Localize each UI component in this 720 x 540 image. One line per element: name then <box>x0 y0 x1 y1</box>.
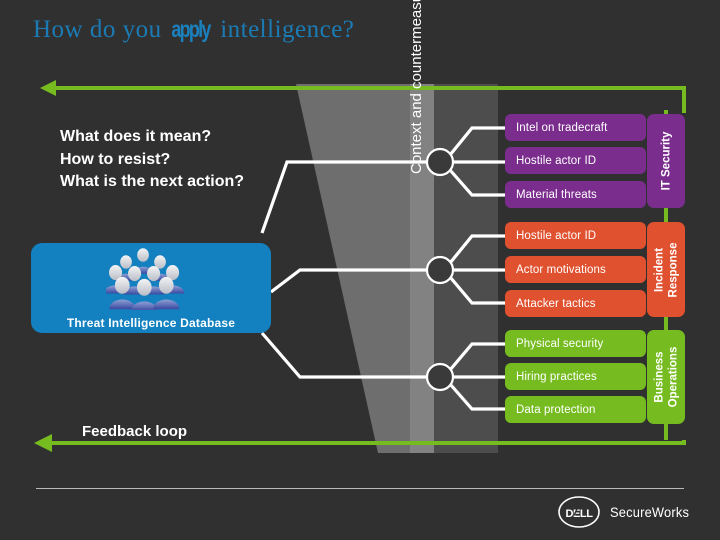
threat-intelligence-database-label: Threat Intelligence Database <box>66 316 236 330</box>
page-title: How do you apply intelligence? <box>33 16 354 44</box>
node-circle-2 <box>425 255 455 285</box>
outcome-label: Hiring practices <box>516 370 597 383</box>
category-tab-it-security: IT Security <box>647 114 685 208</box>
slide-canvas: How do you apply intelligence? What does… <box>0 0 720 540</box>
secureworks-wordmark: SecureWorks <box>610 504 690 520</box>
outcome-label: Hostile actor ID <box>516 154 597 167</box>
question-line-3: What is the next action? <box>60 173 245 190</box>
category-label: Incident <box>653 247 665 292</box>
question-line-2: How to resist? <box>60 150 171 168</box>
people-group-icon <box>106 248 185 310</box>
questions-block: What does it mean? How to resist? What i… <box>60 126 244 194</box>
loop-bottom-line <box>48 440 686 445</box>
outcome-pill: Hostile actor ID <box>505 222 646 249</box>
outcome-label: Intel on tradecraft <box>516 121 608 134</box>
category-label: Response <box>667 242 679 297</box>
connector-middle <box>270 268 429 294</box>
node-circle-3 <box>425 362 455 392</box>
footer-divider <box>36 488 684 489</box>
outcome-label: Hostile actor ID <box>516 229 597 242</box>
outcome-label: Data protection <box>516 403 596 416</box>
fan-3a <box>448 342 505 372</box>
category-label: Business <box>653 351 665 403</box>
loop-top-arrowhead <box>40 80 56 96</box>
outcome-pill: Attacker tactics <box>505 290 646 317</box>
fan-2c <box>448 275 505 305</box>
outcome-pill: Hostile actor ID <box>505 147 646 174</box>
outcome-label: Attacker tactics <box>516 297 596 310</box>
fan-2a <box>448 234 505 265</box>
category-label: IT Security <box>660 131 672 191</box>
question-line-1: What does it mean? <box>60 128 212 145</box>
connector-upper <box>260 160 429 234</box>
outcome-label: Actor motivations <box>516 263 606 276</box>
category-tab-business-operations: Business Operations <box>647 330 685 424</box>
fan-1c <box>448 168 505 197</box>
outcome-pill: Actor motivations <box>505 256 646 283</box>
dell-secureworks-logo: DELL SecureWorks <box>557 495 696 529</box>
outcome-pill: Data protection <box>505 396 646 423</box>
outcome-pill: Physical security <box>505 330 646 357</box>
node-circle-1 <box>425 147 455 177</box>
fan-3c <box>448 382 505 411</box>
fan-1a <box>448 126 505 157</box>
feedback-loop-label: Feedback loop <box>82 423 188 440</box>
outcome-label: Material threats <box>516 188 597 201</box>
context-countermeasures-label: Context and countermeasures <box>408 0 425 174</box>
dell-wordmark: DELL <box>565 508 593 520</box>
title-prefix: How do you <box>33 16 169 43</box>
outcome-pill: Material threats <box>505 181 646 208</box>
category-tab-incident-response: Incident Response <box>647 222 685 317</box>
connector-lower <box>260 331 429 379</box>
loop-top-line <box>48 86 686 113</box>
outcome-pill: Hiring practices <box>505 363 646 390</box>
category-label: Operations <box>667 346 679 408</box>
title-suffix: intelligence? <box>213 16 355 43</box>
outcome-label: Physical security <box>516 337 604 350</box>
outcome-pill: Intel on tradecraft <box>505 114 646 141</box>
loop-bottom-arrowhead <box>34 434 52 452</box>
title-emphasis: apply <box>171 16 212 42</box>
dell-logo-icon: DELL <box>558 496 600 528</box>
